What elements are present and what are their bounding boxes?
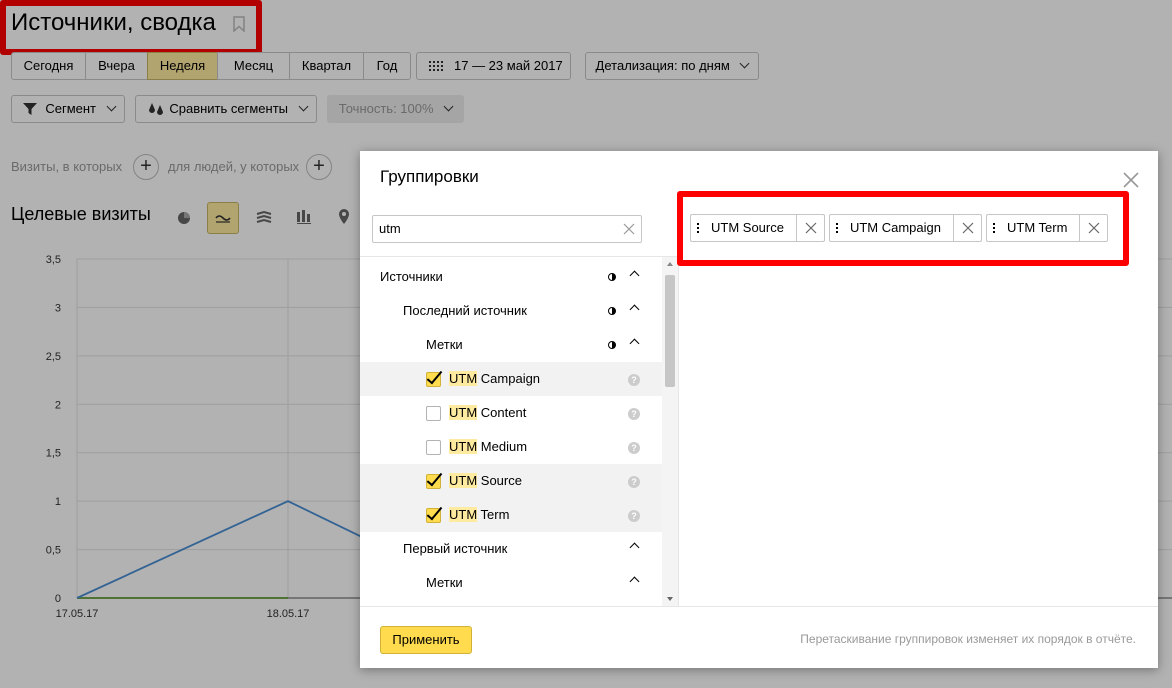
- tree-item[interactable]: UTM Campaign?: [360, 362, 662, 396]
- scroll-thumb[interactable]: [665, 275, 675, 387]
- search-match: UTM: [449, 507, 478, 522]
- help-icon[interactable]: ?: [628, 374, 640, 386]
- grouping-checkbox[interactable]: [426, 440, 441, 455]
- help-icon[interactable]: ?: [628, 442, 640, 454]
- search-match: UTM: [449, 439, 478, 454]
- groupings-modal: Группировки Метки Первый источник UTM Term…: [360, 151, 1158, 668]
- tree-item[interactable]: UTM Medium?: [360, 430, 662, 464]
- tree-item-label: UTM Medium: [449, 439, 527, 454]
- footer-divider: [360, 606, 1158, 607]
- scroll-up-arrow[interactable]: [667, 262, 673, 266]
- grouping-checkbox[interactable]: [426, 503, 443, 523]
- tree-group[interactable]: Последний источник: [360, 294, 662, 328]
- partial-select-icon[interactable]: [608, 341, 616, 349]
- collapse-icon[interactable]: [629, 338, 640, 349]
- grouping-checkbox[interactable]: [426, 469, 443, 489]
- tree-item[interactable]: UTM Term?: [360, 498, 662, 532]
- tree-item-label: UTM Source: [449, 473, 522, 488]
- help-icon[interactable]: ?: [628, 476, 640, 488]
- label-rest: Content: [477, 405, 527, 420]
- tree-group-label: Метки: [426, 575, 463, 590]
- grouping-checkbox[interactable]: [426, 406, 441, 421]
- collapse-icon[interactable]: [629, 270, 640, 281]
- grouping-checkbox[interactable]: [426, 367, 443, 387]
- label-rest: Term: [477, 507, 510, 522]
- tree-item[interactable]: UTM Source?: [360, 464, 662, 498]
- tree-item-label: UTM Campaign: [449, 371, 540, 386]
- tree-group-label: Последний источник: [403, 303, 527, 318]
- clear-search-icon[interactable]: [623, 223, 635, 235]
- modal-title: Группировки: [380, 167, 479, 186]
- label-rest: Source: [477, 473, 522, 488]
- collapse-icon[interactable]: [629, 542, 640, 553]
- chips-highlight: [677, 191, 1129, 266]
- search-match: UTM: [449, 405, 478, 420]
- partial-select-icon[interactable]: [608, 273, 616, 281]
- tree-group-label: Метки: [426, 337, 463, 352]
- check-icon: [426, 367, 443, 385]
- tree-scrollbar[interactable]: [662, 257, 678, 606]
- search-match: UTM: [449, 473, 478, 488]
- label-rest: Medium: [477, 439, 528, 454]
- tree-group[interactable]: Источники: [360, 260, 662, 294]
- search-match: UTM: [449, 371, 478, 386]
- help-icon[interactable]: ?: [628, 408, 640, 420]
- close-icon[interactable]: [1122, 171, 1140, 189]
- apply-button[interactable]: Применить: [380, 626, 472, 654]
- search-box: [372, 215, 642, 243]
- tree-group[interactable]: Метки: [360, 566, 662, 600]
- collapse-icon[interactable]: [629, 576, 640, 587]
- label-rest: Campaign: [477, 371, 541, 386]
- footer-hint: Перетаскивание группировок изменяет их п…: [800, 632, 1136, 646]
- tree-item[interactable]: UTM Content?: [360, 396, 662, 430]
- tree-group-label: Источники: [380, 269, 443, 284]
- check-icon: [426, 503, 443, 521]
- groupings-tree: Метки Первый источник UTM Term? UTM Source?…: [360, 256, 678, 606]
- help-icon[interactable]: ?: [628, 510, 640, 522]
- tree-group[interactable]: Метки: [360, 328, 662, 362]
- tree-item-label: UTM Term: [449, 507, 509, 522]
- tree-group-label: Первый источник: [403, 541, 508, 556]
- partial-select-icon[interactable]: [608, 307, 616, 315]
- collapse-icon[interactable]: [629, 304, 640, 315]
- tree-group[interactable]: Первый источник: [360, 532, 662, 566]
- scroll-down-arrow[interactable]: [667, 597, 673, 601]
- check-icon: [426, 469, 443, 487]
- search-input[interactable]: [379, 221, 609, 236]
- tree-item-label: UTM Content: [449, 405, 526, 420]
